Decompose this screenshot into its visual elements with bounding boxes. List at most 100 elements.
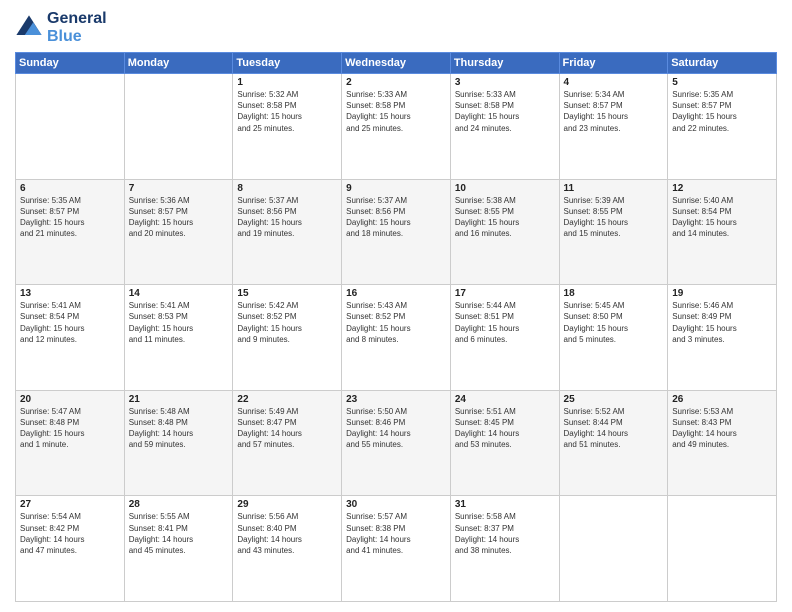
day-number: 3 xyxy=(455,77,555,88)
day-info: Sunrise: 5:39 AM Sunset: 8:55 PM Dayligh… xyxy=(564,195,664,240)
calendar-cell: 18Sunrise: 5:45 AM Sunset: 8:50 PM Dayli… xyxy=(559,285,668,391)
day-number: 22 xyxy=(237,394,337,405)
day-number: 26 xyxy=(672,394,772,405)
day-info: Sunrise: 5:35 AM Sunset: 8:57 PM Dayligh… xyxy=(20,195,120,240)
weekday-header-wednesday: Wednesday xyxy=(342,53,451,74)
day-info: Sunrise: 5:48 AM Sunset: 8:48 PM Dayligh… xyxy=(129,406,229,451)
day-info: Sunrise: 5:57 AM Sunset: 8:38 PM Dayligh… xyxy=(346,511,446,556)
calendar-cell xyxy=(559,496,668,602)
calendar-cell: 3Sunrise: 5:33 AM Sunset: 8:58 PM Daylig… xyxy=(450,74,559,180)
calendar-cell: 9Sunrise: 5:37 AM Sunset: 8:56 PM Daylig… xyxy=(342,179,451,285)
day-number: 20 xyxy=(20,394,120,405)
calendar-cell: 6Sunrise: 5:35 AM Sunset: 8:57 PM Daylig… xyxy=(16,179,125,285)
day-info: Sunrise: 5:42 AM Sunset: 8:52 PM Dayligh… xyxy=(237,300,337,345)
day-number: 27 xyxy=(20,499,120,510)
day-number: 16 xyxy=(346,288,446,299)
day-info: Sunrise: 5:37 AM Sunset: 8:56 PM Dayligh… xyxy=(237,195,337,240)
calendar-cell: 2Sunrise: 5:33 AM Sunset: 8:58 PM Daylig… xyxy=(342,74,451,180)
weekday-header-sunday: Sunday xyxy=(16,53,125,74)
calendar-cell: 17Sunrise: 5:44 AM Sunset: 8:51 PM Dayli… xyxy=(450,285,559,391)
day-number: 5 xyxy=(672,77,772,88)
day-number: 19 xyxy=(672,288,772,299)
calendar-cell: 20Sunrise: 5:47 AM Sunset: 8:48 PM Dayli… xyxy=(16,390,125,496)
day-info: Sunrise: 5:54 AM Sunset: 8:42 PM Dayligh… xyxy=(20,511,120,556)
calendar-cell: 8Sunrise: 5:37 AM Sunset: 8:56 PM Daylig… xyxy=(233,179,342,285)
weekday-header-saturday: Saturday xyxy=(668,53,777,74)
day-info: Sunrise: 5:40 AM Sunset: 8:54 PM Dayligh… xyxy=(672,195,772,240)
calendar-week-1: 1Sunrise: 5:32 AM Sunset: 8:58 PM Daylig… xyxy=(16,74,777,180)
calendar-cell: 5Sunrise: 5:35 AM Sunset: 8:57 PM Daylig… xyxy=(668,74,777,180)
calendar-cell: 29Sunrise: 5:56 AM Sunset: 8:40 PM Dayli… xyxy=(233,496,342,602)
day-number: 1 xyxy=(237,77,337,88)
calendar-cell: 26Sunrise: 5:53 AM Sunset: 8:43 PM Dayli… xyxy=(668,390,777,496)
day-info: Sunrise: 5:44 AM Sunset: 8:51 PM Dayligh… xyxy=(455,300,555,345)
weekday-header-thursday: Thursday xyxy=(450,53,559,74)
weekday-header-monday: Monday xyxy=(124,53,233,74)
calendar-week-5: 27Sunrise: 5:54 AM Sunset: 8:42 PM Dayli… xyxy=(16,496,777,602)
day-number: 24 xyxy=(455,394,555,405)
calendar-cell: 23Sunrise: 5:50 AM Sunset: 8:46 PM Dayli… xyxy=(342,390,451,496)
day-info: Sunrise: 5:51 AM Sunset: 8:45 PM Dayligh… xyxy=(455,406,555,451)
day-info: Sunrise: 5:47 AM Sunset: 8:48 PM Dayligh… xyxy=(20,406,120,451)
day-info: Sunrise: 5:37 AM Sunset: 8:56 PM Dayligh… xyxy=(346,195,446,240)
calendar-cell: 12Sunrise: 5:40 AM Sunset: 8:54 PM Dayli… xyxy=(668,179,777,285)
day-number: 7 xyxy=(129,183,229,194)
calendar-cell: 24Sunrise: 5:51 AM Sunset: 8:45 PM Dayli… xyxy=(450,390,559,496)
day-number: 10 xyxy=(455,183,555,194)
day-info: Sunrise: 5:35 AM Sunset: 8:57 PM Dayligh… xyxy=(672,89,772,134)
calendar-cell: 1Sunrise: 5:32 AM Sunset: 8:58 PM Daylig… xyxy=(233,74,342,180)
calendar-cell xyxy=(124,74,233,180)
day-info: Sunrise: 5:34 AM Sunset: 8:57 PM Dayligh… xyxy=(564,89,664,134)
weekday-header-tuesday: Tuesday xyxy=(233,53,342,74)
calendar-cell: 22Sunrise: 5:49 AM Sunset: 8:47 PM Dayli… xyxy=(233,390,342,496)
day-number: 2 xyxy=(346,77,446,88)
day-number: 15 xyxy=(237,288,337,299)
day-number: 12 xyxy=(672,183,772,194)
page: General Blue SundayMondayTuesdayWednesda… xyxy=(0,0,792,612)
day-number: 23 xyxy=(346,394,446,405)
day-info: Sunrise: 5:43 AM Sunset: 8:52 PM Dayligh… xyxy=(346,300,446,345)
calendar-cell: 21Sunrise: 5:48 AM Sunset: 8:48 PM Dayli… xyxy=(124,390,233,496)
calendar-cell: 31Sunrise: 5:58 AM Sunset: 8:37 PM Dayli… xyxy=(450,496,559,602)
calendar-table: SundayMondayTuesdayWednesdayThursdayFrid… xyxy=(15,52,777,602)
day-number: 14 xyxy=(129,288,229,299)
calendar-cell xyxy=(668,496,777,602)
day-info: Sunrise: 5:41 AM Sunset: 8:53 PM Dayligh… xyxy=(129,300,229,345)
calendar-cell: 28Sunrise: 5:55 AM Sunset: 8:41 PM Dayli… xyxy=(124,496,233,602)
calendar-cell: 15Sunrise: 5:42 AM Sunset: 8:52 PM Dayli… xyxy=(233,285,342,391)
calendar-cell: 13Sunrise: 5:41 AM Sunset: 8:54 PM Dayli… xyxy=(16,285,125,391)
day-number: 18 xyxy=(564,288,664,299)
day-number: 17 xyxy=(455,288,555,299)
calendar-cell: 16Sunrise: 5:43 AM Sunset: 8:52 PM Dayli… xyxy=(342,285,451,391)
day-info: Sunrise: 5:49 AM Sunset: 8:47 PM Dayligh… xyxy=(237,406,337,451)
day-info: Sunrise: 5:46 AM Sunset: 8:49 PM Dayligh… xyxy=(672,300,772,345)
calendar-cell: 7Sunrise: 5:36 AM Sunset: 8:57 PM Daylig… xyxy=(124,179,233,285)
day-number: 28 xyxy=(129,499,229,510)
calendar-cell: 30Sunrise: 5:57 AM Sunset: 8:38 PM Dayli… xyxy=(342,496,451,602)
calendar-week-3: 13Sunrise: 5:41 AM Sunset: 8:54 PM Dayli… xyxy=(16,285,777,391)
day-number: 29 xyxy=(237,499,337,510)
logo: General Blue xyxy=(15,10,107,46)
day-number: 6 xyxy=(20,183,120,194)
day-info: Sunrise: 5:53 AM Sunset: 8:43 PM Dayligh… xyxy=(672,406,772,451)
day-info: Sunrise: 5:55 AM Sunset: 8:41 PM Dayligh… xyxy=(129,511,229,556)
calendar-week-4: 20Sunrise: 5:47 AM Sunset: 8:48 PM Dayli… xyxy=(16,390,777,496)
calendar-cell: 11Sunrise: 5:39 AM Sunset: 8:55 PM Dayli… xyxy=(559,179,668,285)
day-info: Sunrise: 5:36 AM Sunset: 8:57 PM Dayligh… xyxy=(129,195,229,240)
day-number: 30 xyxy=(346,499,446,510)
day-info: Sunrise: 5:45 AM Sunset: 8:50 PM Dayligh… xyxy=(564,300,664,345)
calendar-cell: 4Sunrise: 5:34 AM Sunset: 8:57 PM Daylig… xyxy=(559,74,668,180)
day-number: 4 xyxy=(564,77,664,88)
day-info: Sunrise: 5:32 AM Sunset: 8:58 PM Dayligh… xyxy=(237,89,337,134)
day-number: 8 xyxy=(237,183,337,194)
day-info: Sunrise: 5:33 AM Sunset: 8:58 PM Dayligh… xyxy=(346,89,446,134)
logo-text: General Blue xyxy=(47,10,107,46)
calendar-cell: 19Sunrise: 5:46 AM Sunset: 8:49 PM Dayli… xyxy=(668,285,777,391)
calendar-cell: 25Sunrise: 5:52 AM Sunset: 8:44 PM Dayli… xyxy=(559,390,668,496)
day-info: Sunrise: 5:56 AM Sunset: 8:40 PM Dayligh… xyxy=(237,511,337,556)
calendar-header-row: SundayMondayTuesdayWednesdayThursdayFrid… xyxy=(16,53,777,74)
weekday-header-friday: Friday xyxy=(559,53,668,74)
day-number: 31 xyxy=(455,499,555,510)
day-info: Sunrise: 5:41 AM Sunset: 8:54 PM Dayligh… xyxy=(20,300,120,345)
logo-icon xyxy=(15,14,43,42)
